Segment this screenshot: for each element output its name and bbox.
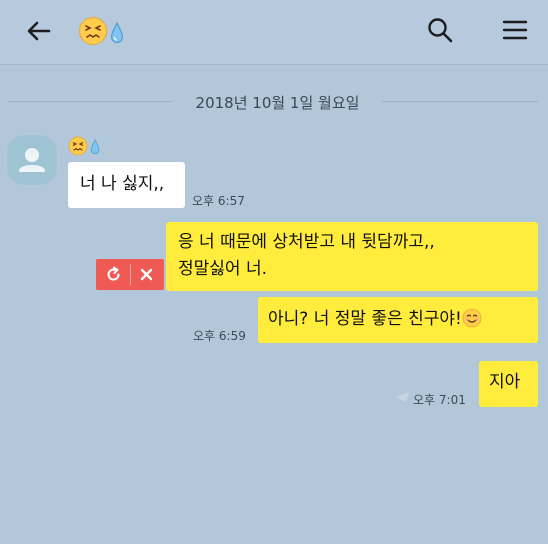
message-time: 오후 6:57 [192, 194, 245, 208]
delete-icon[interactable] [139, 267, 154, 282]
smiling-face-emoji-icon [462, 308, 482, 328]
back-arrow-icon[interactable] [24, 16, 54, 46]
message-text: 지아 [489, 372, 521, 392]
send-indicator-icon [395, 392, 409, 402]
message-text-line: 응 너 때문에 상처받고 내 뒷담까고,, [178, 232, 435, 252]
divider-line-right [382, 101, 538, 102]
message-bubble-sent[interactable]: 지아 [479, 361, 538, 407]
message-time: 오후 7:01 [413, 393, 466, 407]
sender-name [68, 136, 100, 156]
fail-actions-divider [130, 264, 131, 285]
divider-line-left [8, 101, 173, 102]
message-bubble-sent-failed[interactable]: 응 너 때문에 상처받고 내 뒷담까고,, 정말싫어 너. [166, 222, 538, 291]
message-bubble-received[interactable]: 너 나 싫지,, [68, 162, 185, 208]
date-divider-text: 2018년 10월 1일 월요일 [195, 94, 360, 112]
message-time: 오후 6:59 [193, 329, 246, 343]
droplet-emoji-icon [90, 139, 100, 155]
droplet-emoji-icon [110, 22, 124, 43]
date-divider: 2018년 10월 1일 월요일 [8, 88, 538, 114]
chat-room-title[interactable] [78, 14, 124, 48]
persevering-face-emoji-icon [79, 17, 107, 45]
avatar[interactable] [7, 135, 57, 185]
message-text: 아니? 너 정말 좋은 친구야! [268, 309, 462, 329]
default-profile-icon [19, 148, 45, 172]
search-icon[interactable] [425, 15, 455, 45]
message-text: 너 나 싫지,, [80, 174, 165, 194]
send-failed-actions [96, 259, 164, 290]
message-bubble-sent[interactable]: 아니? 너 정말 좋은 친구야! [258, 297, 538, 343]
hamburger-menu-icon[interactable] [500, 16, 530, 44]
persevering-face-emoji-icon [68, 136, 88, 156]
retry-icon[interactable] [105, 266, 122, 283]
message-text-line: 정말싫어 너. [178, 259, 268, 279]
